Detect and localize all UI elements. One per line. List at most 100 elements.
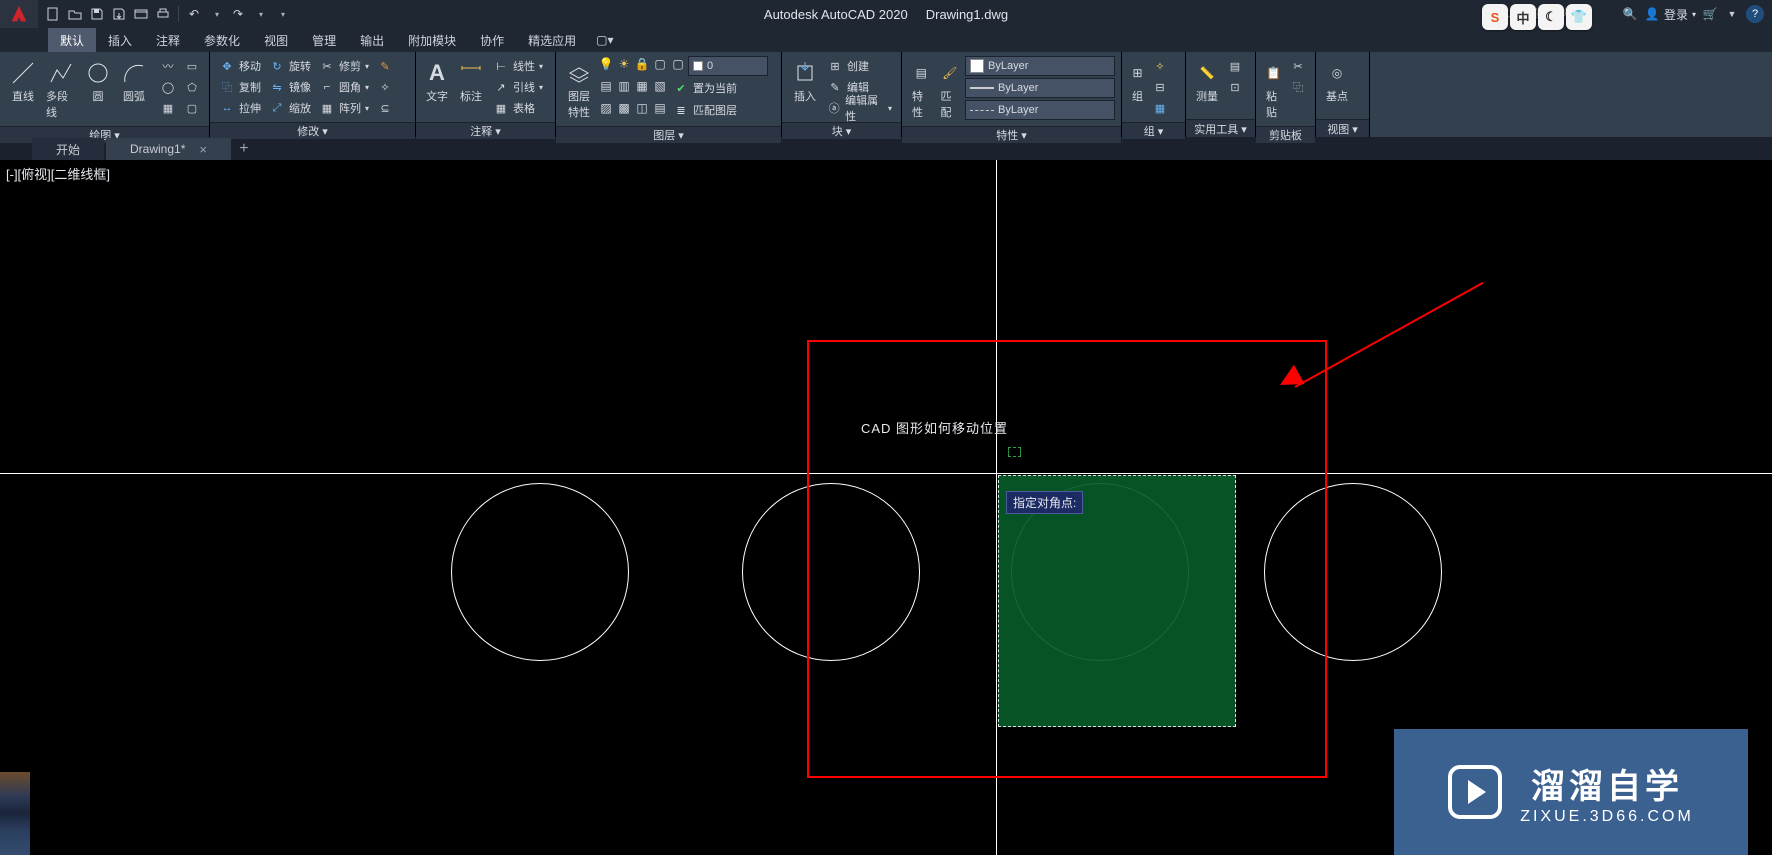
linear-button[interactable]: ⊢线性▾ — [490, 56, 546, 76]
panel-util-title[interactable]: 实用工具 ▾ — [1186, 119, 1255, 137]
drawing-canvas[interactable]: [-][俯视][二维线框] 指定对角点: CAD 图形如何移动位置 溜溜自学 Z… — [0, 160, 1772, 855]
edit-attr-button[interactable]: ⓐ编辑属性▾ — [824, 98, 895, 118]
offset-icon[interactable]: ⊆ — [374, 98, 396, 118]
ime-s-button[interactable]: S — [1482, 4, 1508, 30]
ungroup-icon[interactable]: ✧ — [1149, 56, 1171, 76]
polygon-icon[interactable]: ⬠ — [181, 77, 203, 97]
fillet-button[interactable]: ⌐圆角▾ — [316, 77, 372, 97]
spline-icon[interactable]: 〰 — [157, 56, 179, 76]
help-icon[interactable]: ? — [1746, 5, 1764, 23]
circle-button[interactable]: 圆 — [81, 56, 115, 106]
measure-button[interactable]: 📏测量 — [1192, 56, 1222, 106]
copy-button[interactable]: ⿻复制 — [216, 77, 264, 97]
app-logo[interactable] — [0, 0, 38, 28]
text-button[interactable]: A文字 — [422, 56, 452, 106]
explode-icon[interactable]: ✧ — [374, 77, 396, 97]
layer-b4-icon[interactable]: ▧ — [652, 78, 668, 94]
layer-c2-icon[interactable]: ▩ — [616, 100, 632, 116]
login-button[interactable]: 👤 登录 ▾ — [1644, 6, 1696, 23]
saveas-icon[interactable] — [110, 5, 128, 23]
minimize-icon[interactable]: ▼ — [1724, 6, 1740, 22]
tab-start[interactable]: 开始 — [32, 138, 104, 160]
viewport-label[interactable]: [-][俯视][二维线框] — [6, 164, 110, 183]
hatch-icon[interactable]: ▦ — [157, 98, 179, 118]
array-button[interactable]: ▦阵列▾ — [316, 98, 372, 118]
trim-button[interactable]: ✂修剪▾ — [316, 56, 372, 76]
panel-annotate-title[interactable]: 注释 ▾ — [416, 122, 555, 139]
layer-props-button[interactable]: 图层 特性 — [562, 56, 596, 122]
leader-button[interactable]: ↗引线▾ — [490, 77, 546, 97]
dim-button[interactable]: 标注 — [454, 56, 488, 106]
tab-expand[interactable]: ▢▾ — [588, 28, 621, 52]
panel-block-title[interactable]: 块 ▾ — [782, 122, 901, 139]
tab-insert[interactable]: 插入 — [96, 28, 144, 52]
match-props-button[interactable]: 🖌匹配 — [937, 56, 964, 122]
polyline-button[interactable]: 多段线 — [42, 56, 79, 122]
layer-c1-icon[interactable]: ▨ — [598, 100, 614, 116]
cut-icon[interactable]: ✂ — [1287, 56, 1309, 76]
set-current-button[interactable]: ✔置为当前 — [670, 78, 740, 98]
arc-button[interactable]: 圆弧 — [117, 56, 151, 106]
util-1-icon[interactable]: ▤ — [1224, 56, 1246, 76]
lock-icon[interactable]: 🔒 — [634, 56, 650, 72]
ime-moon-button[interactable]: ☾ — [1538, 4, 1564, 30]
tab-parametric[interactable]: 参数化 — [192, 28, 252, 52]
tab-view[interactable]: 视图 — [252, 28, 300, 52]
ellipse-icon[interactable]: ◯ — [157, 77, 179, 97]
tab-addins[interactable]: 附加模块 — [396, 28, 468, 52]
open-icon[interactable] — [66, 5, 84, 23]
erase-icon[interactable]: ✎ — [374, 56, 396, 76]
tab-manage[interactable]: 管理 — [300, 28, 348, 52]
layer-combo[interactable]: 0 — [688, 56, 768, 76]
create-block-button[interactable]: ⊞创建 — [824, 56, 895, 76]
layer-match-button[interactable]: ≣匹配图层 — [670, 100, 740, 120]
tab-default[interactable]: 默认 — [48, 28, 96, 52]
linetype-combo[interactable]: ByLayer — [965, 100, 1115, 120]
paste-button[interactable]: 📋粘贴 — [1262, 56, 1285, 122]
panel-modify-title[interactable]: 修改 ▾ — [210, 122, 415, 139]
plot-icon[interactable] — [154, 5, 172, 23]
panel-props-title[interactable]: 特性 ▾ — [902, 126, 1121, 143]
layer-b1-icon[interactable]: ▤ — [598, 78, 614, 94]
close-icon[interactable]: × — [199, 142, 207, 157]
mirror-button[interactable]: ⇋镜像 — [266, 77, 314, 97]
infocenter-icon[interactable]: 🔍 — [1622, 6, 1638, 22]
layer-b2-icon[interactable]: ▥ — [616, 78, 632, 94]
qat-customize[interactable] — [273, 5, 291, 23]
panel-clipboard-title[interactable]: 剪贴板 — [1256, 126, 1315, 143]
region-icon[interactable]: ▢ — [181, 98, 203, 118]
bulb-icon[interactable]: 💡 — [598, 56, 614, 72]
layer-b3-icon[interactable]: ▦ — [634, 78, 650, 94]
layer-c4-icon[interactable]: ▤ — [652, 100, 668, 116]
ime-cn-button[interactable]: 中 — [1510, 4, 1536, 30]
table-button[interactable]: ▦表格 — [490, 98, 546, 118]
undo-dropdown[interactable] — [207, 5, 225, 23]
save-icon[interactable] — [88, 5, 106, 23]
tab-output[interactable]: 输出 — [348, 28, 396, 52]
panel-layer-title[interactable]: 图层 ▾ — [556, 126, 781, 143]
rect-icon[interactable]: ▭ — [181, 56, 203, 76]
redo-dropdown[interactable] — [251, 5, 269, 23]
undo-icon[interactable]: ↶ — [185, 5, 203, 23]
layer-4-icon[interactable]: ▢ — [652, 56, 668, 72]
web-icon[interactable] — [132, 5, 150, 23]
new-icon[interactable] — [44, 5, 62, 23]
props-panel-button[interactable]: ▤特性 — [908, 56, 935, 122]
sun-icon[interactable]: ☀ — [616, 56, 632, 72]
tab-collab[interactable]: 协作 — [468, 28, 516, 52]
tab-drawing1[interactable]: Drawing1*× — [106, 138, 231, 160]
panel-view-title[interactable]: 视图 ▾ — [1316, 119, 1369, 137]
group-button[interactable]: ⊞组 — [1128, 56, 1147, 106]
tab-annotate[interactable]: 注释 — [144, 28, 192, 52]
layer-c3-icon[interactable]: ◫ — [634, 100, 650, 116]
cart-icon[interactable]: 🛒 — [1702, 6, 1718, 22]
copy-clip-icon[interactable]: ⿻ — [1287, 77, 1309, 97]
ime-shirt-button[interactable]: 👕 — [1566, 4, 1592, 30]
rotate-button[interactable]: ↻旋转 — [266, 56, 314, 76]
new-tab-button[interactable]: + — [233, 138, 255, 160]
panel-group-title[interactable]: 组 ▾ — [1122, 122, 1185, 139]
lineweight-combo[interactable]: ByLayer — [965, 78, 1115, 98]
base-button[interactable]: ◎基点 — [1322, 56, 1352, 106]
tab-featured[interactable]: 精选应用 — [516, 28, 588, 52]
redo-icon[interactable]: ↷ — [229, 5, 247, 23]
